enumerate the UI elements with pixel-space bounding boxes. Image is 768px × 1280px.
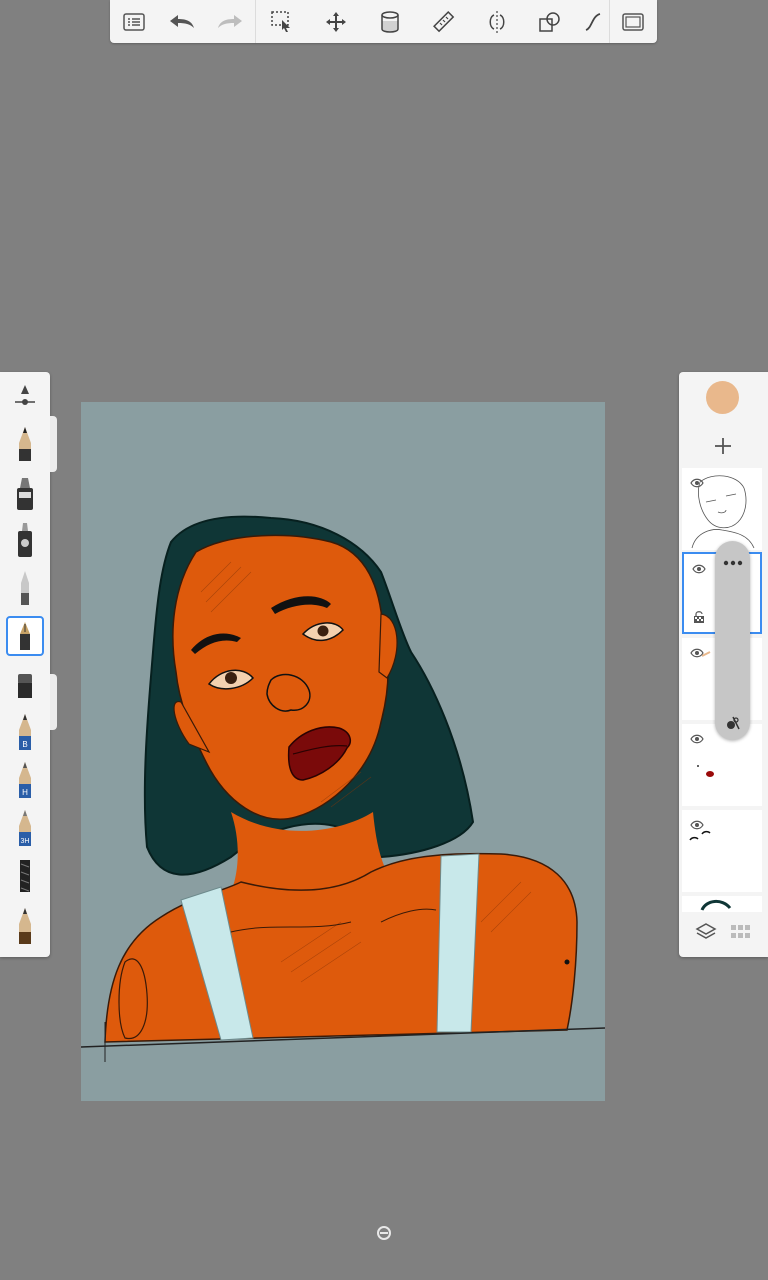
shapes-icon[interactable] bbox=[528, 0, 572, 43]
pencil-3h-brush-icon[interactable]: 3H bbox=[6, 808, 44, 848]
layer-thumbnail-hair[interactable] bbox=[682, 896, 762, 912]
ruler-icon[interactable] bbox=[422, 0, 466, 43]
grid-view-icon[interactable] bbox=[730, 924, 752, 945]
top-toolbar bbox=[110, 0, 657, 43]
add-layer-icon[interactable] bbox=[707, 430, 739, 462]
chalk-brush-icon[interactable] bbox=[6, 856, 44, 896]
symmetry-icon[interactable] bbox=[475, 0, 519, 43]
pencil-b-brush-icon[interactable]: B bbox=[6, 712, 44, 752]
layer-thumbnail-sketch[interactable] bbox=[682, 468, 762, 550]
ballpoint-brush-icon[interactable] bbox=[6, 568, 44, 608]
brush-palette: B H 3H bbox=[0, 372, 50, 957]
svg-text:3H: 3H bbox=[21, 838, 30, 845]
pencil-h-brush-icon[interactable]: H bbox=[6, 760, 44, 800]
transform-icon[interactable] bbox=[314, 0, 358, 43]
color-swatch[interactable] bbox=[706, 381, 739, 414]
selection-icon[interactable] bbox=[260, 0, 304, 43]
eraser-brush-icon[interactable] bbox=[6, 666, 44, 706]
menu-icon[interactable] bbox=[112, 0, 156, 43]
svg-text:B: B bbox=[22, 740, 27, 749]
svg-text:H: H bbox=[22, 788, 28, 797]
blend-mode-icon[interactable] bbox=[725, 715, 741, 736]
visibility-eye-icon[interactable] bbox=[690, 817, 704, 835]
airbrush-icon[interactable] bbox=[6, 520, 44, 560]
ink-pen-brush-icon[interactable] bbox=[6, 616, 44, 656]
palette-tab-handle[interactable] bbox=[50, 416, 57, 472]
layers-icon[interactable] bbox=[695, 922, 717, 947]
undo-icon[interactable] bbox=[160, 0, 204, 43]
visibility-eye-icon[interactable] bbox=[690, 645, 704, 663]
drawing-canvas[interactable] bbox=[81, 402, 605, 1101]
palette-tab-handle-2[interactable] bbox=[50, 674, 57, 730]
fill-icon[interactable] bbox=[368, 0, 412, 43]
curve-icon[interactable] bbox=[578, 0, 608, 43]
fullscreen-icon[interactable] bbox=[611, 0, 655, 43]
lock-alpha-icon[interactable] bbox=[693, 610, 705, 629]
layer-thumbnail-eyes[interactable] bbox=[682, 810, 762, 892]
layer-options-pill bbox=[715, 541, 750, 740]
canvas-reset-icon[interactable] bbox=[376, 1225, 392, 1241]
redo-icon[interactable] bbox=[208, 0, 252, 43]
visibility-eye-icon[interactable] bbox=[692, 561, 706, 579]
visibility-eye-icon[interactable] bbox=[690, 731, 704, 749]
visibility-eye-icon[interactable] bbox=[690, 475, 704, 493]
more-options-icon[interactable] bbox=[723, 553, 743, 571]
brush-size-icon[interactable] bbox=[6, 376, 44, 416]
marker-brush-icon[interactable] bbox=[6, 474, 44, 514]
pencil-2-brush-icon[interactable] bbox=[6, 906, 44, 946]
pencil-brush-icon[interactable] bbox=[6, 424, 44, 464]
